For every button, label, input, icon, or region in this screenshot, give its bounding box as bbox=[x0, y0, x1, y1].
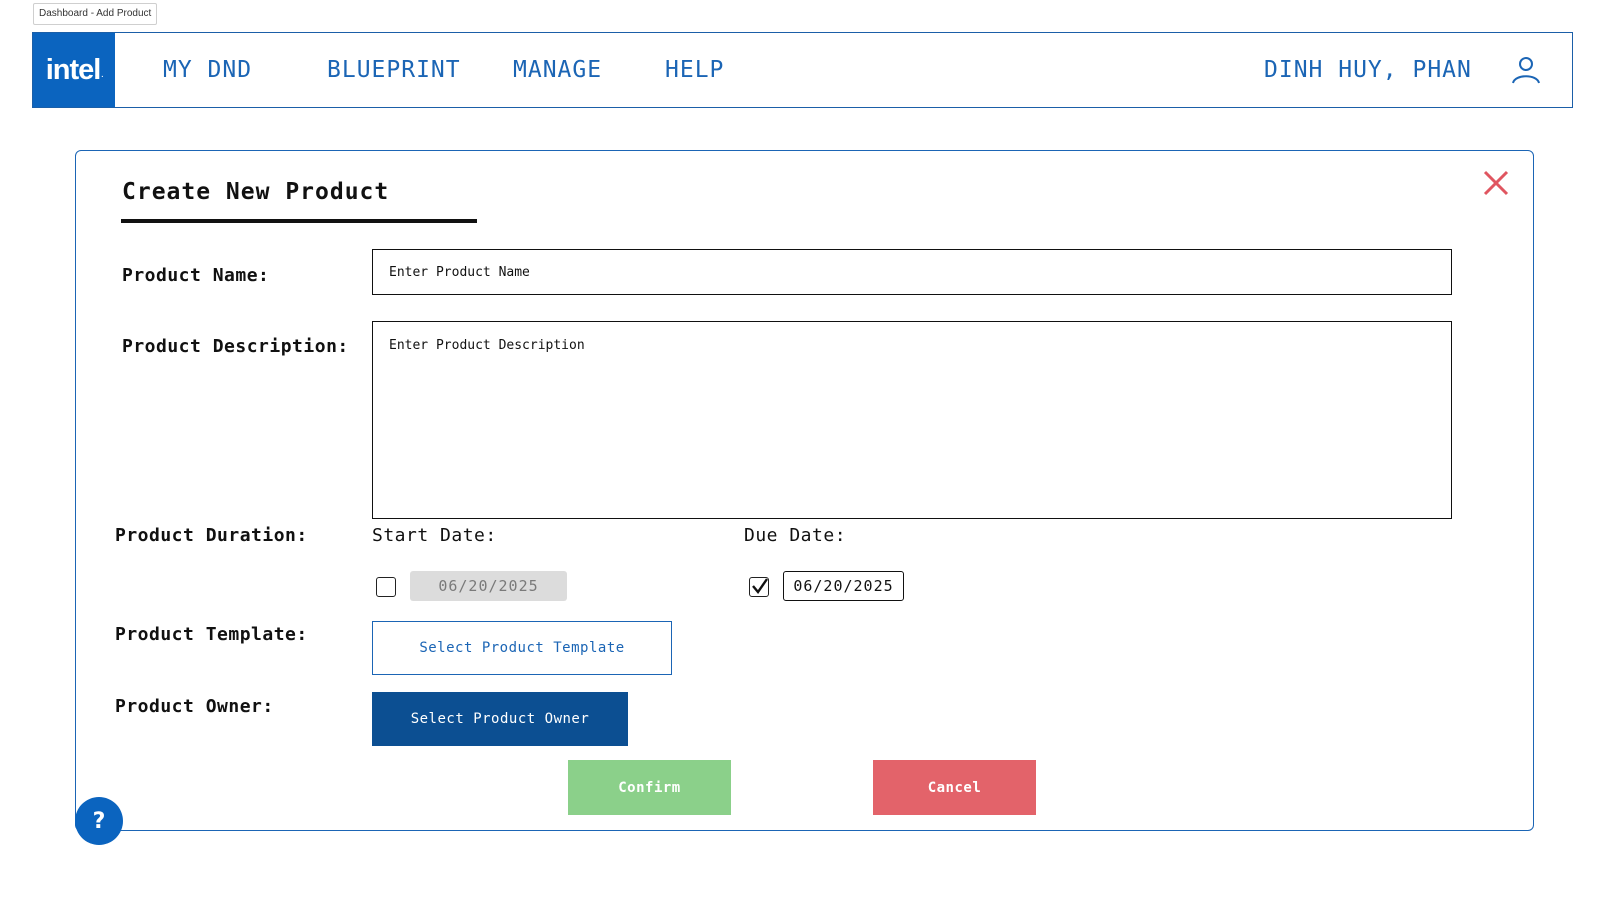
user-name: DINH HUY, PHAN bbox=[1264, 57, 1472, 83]
select-product-template-button[interactable]: Select Product Template bbox=[372, 621, 672, 675]
intel-logo[interactable]: intel. bbox=[33, 33, 115, 107]
due-date-input[interactable]: 06/20/2025 bbox=[783, 571, 904, 601]
create-product-modal: Create New Product Product Name: Product… bbox=[75, 150, 1534, 831]
cancel-button[interactable]: Cancel bbox=[873, 760, 1036, 815]
check-icon bbox=[752, 578, 768, 594]
product-description-label: Product Description: bbox=[122, 336, 349, 357]
start-date-input: 06/20/2025 bbox=[410, 571, 567, 601]
start-date-label: Start Date: bbox=[372, 525, 497, 546]
due-date-checkbox[interactable] bbox=[749, 577, 769, 597]
nav-item-my-dnd[interactable]: MY DND bbox=[163, 57, 252, 83]
close-icon[interactable] bbox=[1482, 169, 1510, 197]
start-date-checkbox[interactable] bbox=[376, 577, 396, 597]
help-button[interactable]: ? bbox=[75, 797, 123, 845]
product-duration-label: Product Duration: bbox=[115, 525, 308, 546]
select-product-owner-button[interactable]: Select Product Owner bbox=[372, 692, 628, 746]
confirm-button[interactable]: Confirm bbox=[568, 760, 731, 815]
product-name-input[interactable] bbox=[372, 249, 1452, 295]
modal-title: Create New Product bbox=[122, 179, 390, 205]
browser-tab-title[interactable]: Dashboard - Add Product bbox=[33, 3, 158, 25]
nav-item-help[interactable]: HELP bbox=[665, 57, 724, 83]
product-name-label: Product Name: bbox=[122, 265, 270, 286]
top-navbar: intel. MY DND BLUEPRINT MANAGE HELP DINH… bbox=[32, 32, 1573, 108]
logo-text: intel bbox=[45, 53, 102, 86]
due-date-label: Due Date: bbox=[744, 525, 847, 546]
user-icon[interactable] bbox=[1511, 55, 1541, 85]
nav-item-manage[interactable]: MANAGE bbox=[513, 57, 602, 83]
title-underline bbox=[121, 219, 477, 223]
nav-item-blueprint[interactable]: BLUEPRINT bbox=[327, 57, 461, 83]
product-description-input[interactable] bbox=[372, 321, 1452, 519]
product-owner-label: Product Owner: bbox=[115, 696, 274, 717]
product-template-label: Product Template: bbox=[115, 624, 308, 645]
